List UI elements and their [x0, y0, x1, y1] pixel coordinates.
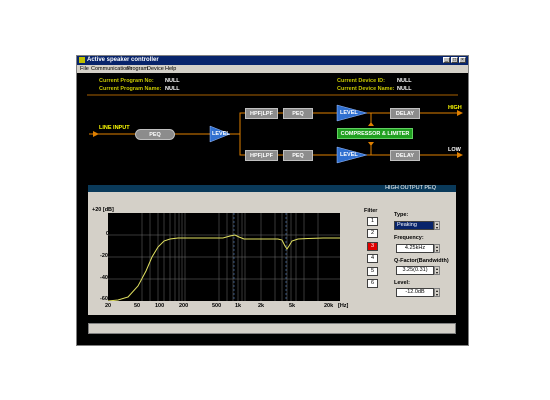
high-output-label: HIGH — [448, 105, 462, 111]
level-field[interactable]: -12.0dB — [396, 288, 434, 297]
hpf-lpf-high-block[interactable]: HPF|LPF — [245, 108, 278, 119]
x-tick-2k: 2k — [258, 303, 265, 309]
x-tick-50: 50 — [134, 303, 141, 309]
level-main-label: LEVEL — [212, 131, 230, 137]
y-tick-minus60: -60 — [100, 296, 108, 302]
y-tick-minus40: -40 — [100, 275, 108, 281]
q-factor-spinner-icon[interactable] — [434, 266, 440, 275]
type-select[interactable]: Peaking — [394, 221, 434, 230]
x-tick-500: 500 — [212, 303, 222, 309]
frequency-field[interactable]: 4.25kHz — [396, 244, 434, 253]
type-dropdown-icon[interactable] — [434, 221, 440, 230]
x-tick-5k: 5k — [289, 303, 296, 309]
peq-panel-title: HIGH OUTPUT PEQ — [385, 185, 436, 191]
status-bar — [88, 323, 456, 334]
frequency-label: Frequency: — [394, 235, 424, 241]
y-tick-minus20: -20 — [100, 253, 108, 259]
delay-low-block[interactable]: DELAY — [390, 150, 420, 161]
filter-button-2[interactable]: 2 — [367, 229, 378, 238]
peq-low-block[interactable]: PEQ — [283, 150, 313, 161]
peq-panel: HIGH OUTPUT PEQ +20 [dB] 0 -20 -40 -60 2… — [88, 185, 456, 315]
x-axis-unit: [Hz] — [338, 303, 349, 309]
level-high-label: LEVEL — [340, 110, 358, 116]
peq-main-block[interactable]: PEQ — [135, 129, 175, 140]
filter-button-5[interactable]: 5 — [367, 267, 378, 276]
filter-button-1[interactable]: 1 — [367, 217, 378, 226]
x-tick-20k: 20k — [324, 303, 334, 309]
q-factor-label: Q-Factor(Bandwidth) — [394, 258, 449, 264]
signal-flow-diagram — [87, 94, 463, 164]
low-output-label: LOW — [448, 147, 461, 153]
frequency-spinner-icon[interactable] — [434, 244, 440, 253]
x-tick-20: 20 — [105, 303, 112, 309]
filter-button-6[interactable]: 6 — [367, 279, 378, 288]
delay-high-block[interactable]: DELAY — [390, 108, 420, 119]
peq-panel-title-bar: HIGH OUTPUT PEQ — [88, 185, 456, 192]
frequency-response-plot[interactable] — [108, 213, 340, 301]
filter-label: Filter — [364, 208, 378, 214]
hpf-lpf-low-block[interactable]: HPF|LPF — [245, 150, 278, 161]
x-tick-100: 100 — [155, 303, 165, 309]
compressor-limiter-block[interactable]: COMPRESSOR & LIMITER — [337, 128, 413, 139]
type-label: Type: — [394, 212, 409, 218]
x-tick-200: 200 — [179, 303, 189, 309]
filter-button-3[interactable]: 3 — [367, 242, 378, 251]
app-window: Active speaker controller _ □ × File Com… — [76, 55, 469, 346]
filter-button-4[interactable]: 4 — [367, 254, 378, 263]
x-tick-1k: 1k — [235, 303, 242, 309]
level-label: Level: — [394, 280, 410, 286]
level-low-label: LEVEL — [340, 152, 358, 158]
q-factor-field[interactable]: 3.25(0.31) — [396, 266, 434, 275]
line-input-label: LINE INPUT — [99, 125, 130, 131]
level-spinner-icon[interactable] — [434, 288, 440, 297]
peq-high-block[interactable]: PEQ — [283, 108, 313, 119]
